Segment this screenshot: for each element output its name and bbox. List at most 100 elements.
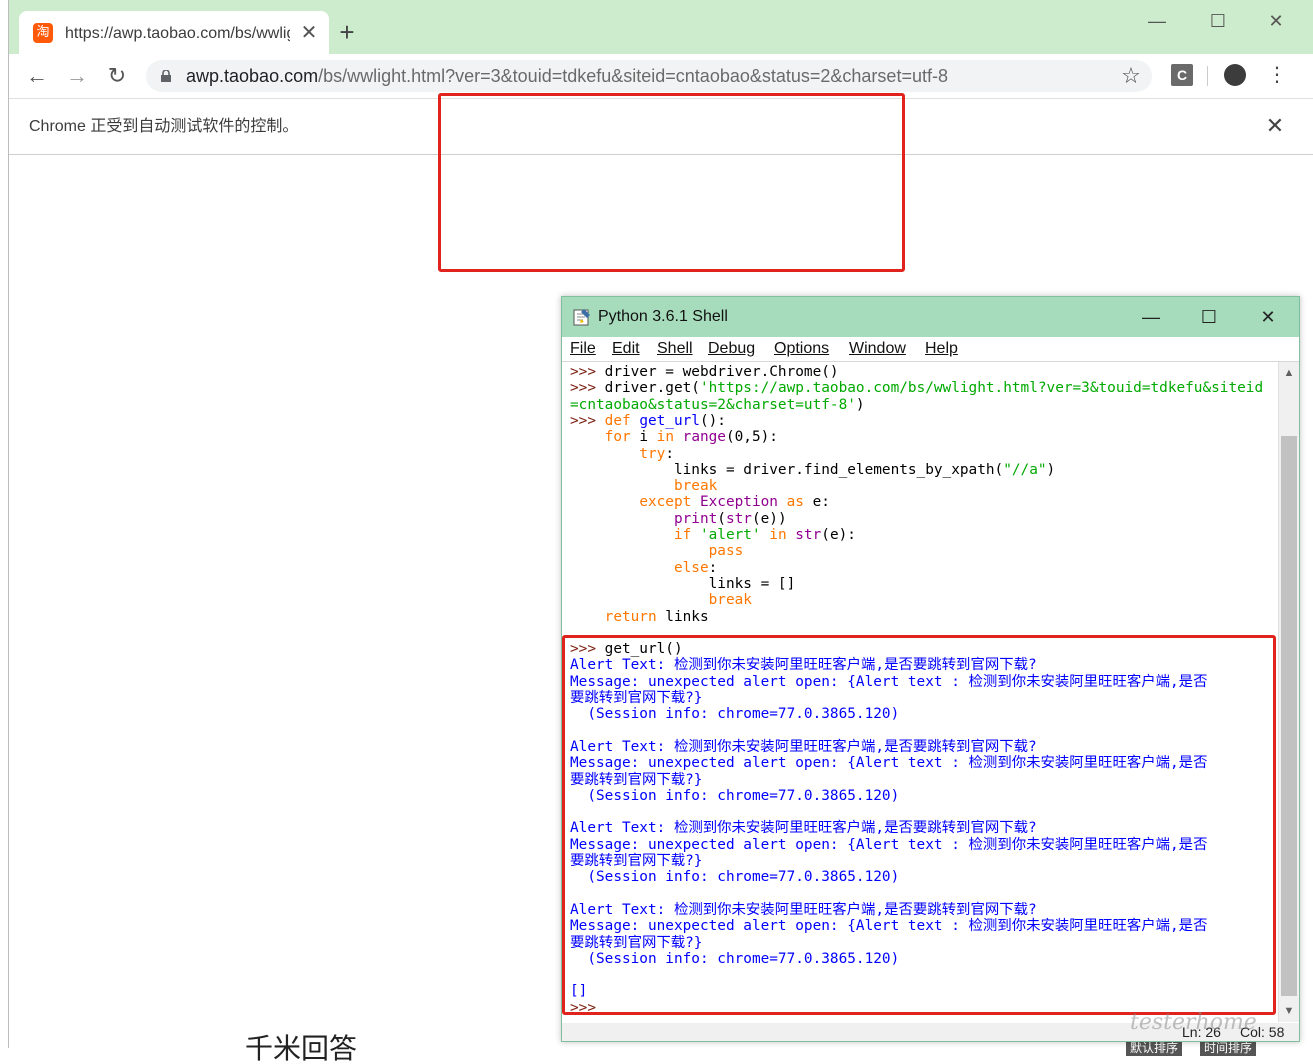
shell-token-string: =cntaobao&status=2&charset=utf-8'	[570, 396, 856, 413]
taobao-favicon-icon: 淘	[33, 23, 53, 43]
page-partial-text: 千米回答	[245, 1033, 358, 1064]
scroll-down-arrow-icon[interactable]: ▼	[1279, 1002, 1299, 1020]
shell-token-keyword: break	[708, 592, 752, 609]
shell-token-plain	[691, 527, 700, 543]
shell-token-keyword: else	[673, 559, 709, 576]
shell-token-plain	[691, 494, 700, 510]
new-tab-button[interactable]: +	[335, 17, 359, 47]
shell-token-keyword: break	[673, 478, 718, 495]
shell-line: links = driver.find_elements_by_xpath("/…	[570, 462, 1055, 478]
shell-token-string: 'alert'	[699, 527, 761, 543]
url-host: awp.taobao.com	[186, 66, 319, 86]
tab-close-icon[interactable]: ✕	[299, 21, 319, 45]
tab-title: https://awp.taobao.com/bs/wwlight.html?v…	[65, 25, 290, 42]
shell-token-plain	[570, 429, 605, 445]
shell-line: pass	[570, 543, 744, 560]
sort-time-tab[interactable]: 时间排序	[1200, 1040, 1257, 1056]
shell-token-builtin: range	[682, 429, 726, 446]
shell-token-builtin: print	[673, 510, 718, 527]
lock-icon	[161, 70, 171, 82]
toolbar-divider	[1207, 66, 1208, 86]
shell-line: except Exception as e:	[570, 494, 830, 510]
tab-strip: 淘 https://awp.taobao.com/bs/wwlight.html…	[9, 0, 1313, 54]
url-text: awp.taobao.com/bs/wwlight.html?ver=3&tou…	[186, 64, 948, 88]
shell-line: print(str(e))	[570, 511, 787, 527]
shell-token-plain	[570, 478, 674, 494]
vertical-scrollbar[interactable]: ▲ ▼	[1278, 362, 1299, 1022]
shell-token-keyword: pass	[708, 543, 744, 560]
shell-token-plain: )	[855, 396, 865, 413]
reload-icon[interactable]: ↻	[103, 62, 131, 90]
menu-options[interactable]: Options	[774, 339, 829, 359]
url-path: /bs/wwlight.html?ver=3&touid=tdkefu&site…	[318, 66, 948, 86]
shell-token-keyword: except	[639, 494, 692, 511]
shell-line: for i in range(0,5):	[570, 429, 778, 445]
shell-line: >>> def get_url():	[570, 413, 726, 429]
shell-token-plain	[570, 560, 674, 576]
menu-window[interactable]: Window	[849, 339, 906, 359]
idle-maximize-icon[interactable]: ☐	[1189, 302, 1229, 332]
watermark: testerhome	[1130, 1010, 1257, 1035]
shell-token-builtin: str	[725, 510, 752, 527]
bookmark-star-icon[interactable]: ☆	[1118, 63, 1144, 89]
infobar-close-icon[interactable]: ✕	[1263, 113, 1287, 139]
shell-token-keyword: for	[604, 429, 631, 446]
shell-token-plain: ():	[699, 412, 726, 429]
shell-token-prompt: >>>	[570, 412, 605, 429]
menu-shell[interactable]: Shell	[657, 339, 693, 359]
shell-token-string: 'https://awp.taobao.com/bs/wwlight.html?…	[699, 380, 1264, 397]
shell-token-plain: :	[708, 559, 718, 576]
minimize-icon[interactable]: —	[1137, 6, 1177, 36]
shell-token-plain	[570, 511, 674, 527]
idle-minimize-icon[interactable]: —	[1131, 302, 1171, 332]
chrome-menu-icon[interactable]: ⋮	[1267, 62, 1287, 88]
shell-line: else:	[570, 560, 717, 576]
shell-token-keyword: if	[673, 527, 692, 543]
shell-token-plain	[570, 527, 674, 543]
extension-icon[interactable]: C	[1171, 64, 1193, 86]
shell-token-plain	[761, 527, 770, 543]
shell-token-plain: i	[630, 429, 657, 446]
menu-file[interactable]: File	[570, 339, 596, 359]
shell-token-plain: (	[717, 510, 726, 527]
shell-token-plain: )	[1046, 461, 1056, 478]
shell-token-builtin: str	[795, 527, 822, 543]
shell-token-plain: links	[656, 608, 709, 625]
back-arrow-icon[interactable]: ←	[23, 62, 51, 90]
shell-token-plain	[787, 527, 796, 543]
scroll-up-arrow-icon[interactable]: ▲	[1279, 364, 1299, 382]
shell-token-plain: :	[665, 445, 674, 462]
idle-titlebar: Python 3.6.1 Shell — ☐ ✕	[562, 297, 1299, 337]
idle-menubar: File Edit Shell Debug Options Window Hel…	[562, 337, 1299, 362]
profile-avatar-icon[interactable]	[1224, 64, 1246, 86]
shell-token-prompt: >>>	[570, 364, 605, 380]
shell-token-string: "//a"	[1003, 461, 1047, 478]
shell-token-keyword: as	[786, 494, 804, 511]
shell-token-plain: driver = webdriver.Chrome()	[604, 364, 839, 380]
idle-close-icon[interactable]: ✕	[1248, 302, 1288, 332]
window-close-icon[interactable]: ✕	[1256, 6, 1296, 36]
shell-line: >>> driver.get('https://awp.taobao.com/b…	[570, 380, 1263, 396]
shell-token-def: get_url	[639, 412, 700, 429]
shell-line: break	[570, 592, 752, 608]
infobar-text: Chrome 正受到自动测试软件的控制。	[29, 118, 299, 135]
idle-window-title: Python 3.6.1 Shell	[598, 308, 728, 325]
maximize-icon[interactable]: ☐	[1198, 6, 1238, 36]
menu-help[interactable]: Help	[925, 339, 958, 359]
shell-token-plain: (e))	[751, 510, 787, 527]
address-bar[interactable]: awp.taobao.com/bs/wwlight.html?ver=3&tou…	[146, 60, 1152, 92]
scroll-thumb[interactable]	[1281, 436, 1297, 996]
forward-arrow-icon[interactable]: →	[63, 62, 91, 90]
shell-token-keyword: in	[769, 527, 787, 543]
python-idle-icon	[573, 309, 590, 326]
shell-token-keyword: return	[604, 608, 657, 625]
menu-debug[interactable]: Debug	[708, 339, 755, 359]
sort-default-tab[interactable]: 默认排序	[1126, 1040, 1183, 1056]
menu-edit[interactable]: Edit	[612, 339, 640, 359]
highlight-box-output	[562, 635, 1276, 1015]
browser-tab[interactable]: 淘 https://awp.taobao.com/bs/wwlight.html…	[19, 11, 329, 54]
shell-token-plain	[570, 592, 709, 608]
shell-token-plain	[674, 429, 683, 445]
shell-token-plain: (0,5):	[725, 429, 778, 446]
shell-token-plain: driver.get(	[604, 380, 700, 397]
